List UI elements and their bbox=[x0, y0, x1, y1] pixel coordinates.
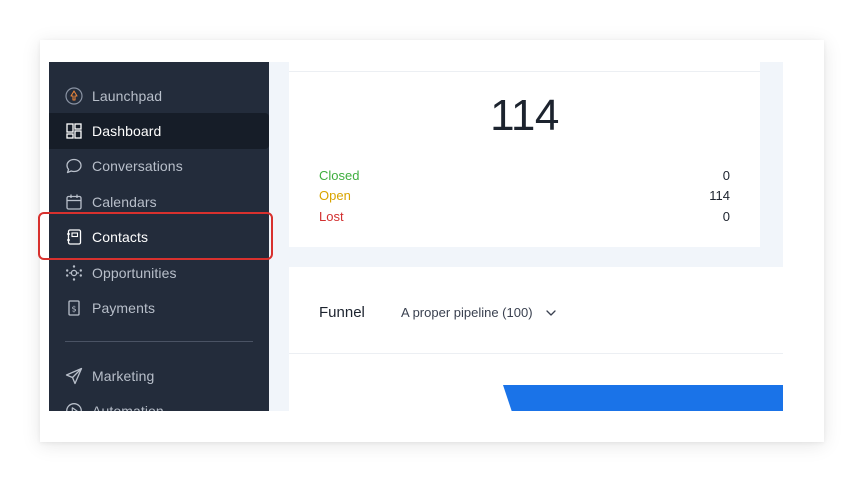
automation-icon bbox=[65, 402, 83, 411]
sidebar-divider bbox=[65, 341, 253, 342]
pipeline-dropdown-value: A proper pipeline (100) bbox=[401, 305, 533, 320]
stat-label: Lost bbox=[319, 209, 344, 224]
calendar-icon bbox=[65, 193, 83, 211]
sidebar: Launchpad Dashboard Conversations Calend… bbox=[49, 62, 269, 411]
stat-value: 0 bbox=[722, 168, 730, 183]
sidebar-item-label: Launchpad bbox=[92, 88, 163, 104]
stat-label: Open bbox=[319, 188, 351, 203]
svg-text:$: $ bbox=[71, 305, 76, 314]
sidebar-item-calendars[interactable]: Calendars bbox=[49, 184, 269, 220]
stat-value: 0 bbox=[722, 209, 730, 224]
sidebar-item-opportunities[interactable]: Opportunities bbox=[49, 255, 269, 291]
opportunities-icon bbox=[65, 264, 83, 282]
sidebar-item-dashboard[interactable]: Dashboard bbox=[49, 113, 269, 149]
sidebar-item-label: Automation bbox=[92, 403, 164, 411]
contacts-book-icon bbox=[65, 228, 83, 246]
stat-label: Closed bbox=[319, 168, 360, 183]
dashboard-icon bbox=[65, 122, 83, 140]
chevron-down-icon bbox=[545, 307, 557, 319]
stat-row-lost: Lost 0 bbox=[319, 208, 730, 226]
funnel-divider bbox=[289, 353, 783, 354]
funnel-title: Funnel bbox=[319, 304, 365, 321]
sidebar-item-conversations[interactable]: Conversations bbox=[49, 148, 269, 184]
sidebar-item-label: Dashboard bbox=[92, 123, 162, 139]
card-divider bbox=[289, 71, 760, 72]
stat-row-open: Open 114 bbox=[319, 187, 730, 205]
sidebar-item-launchpad[interactable]: Launchpad bbox=[49, 78, 269, 114]
sidebar-item-automation[interactable]: Automation bbox=[49, 393, 269, 411]
app-viewport: Launchpad Dashboard Conversations Calend… bbox=[49, 62, 783, 411]
sidebar-item-label: Marketing bbox=[92, 368, 155, 384]
funnel-card: Funnel A proper pipeline (100) bbox=[289, 267, 783, 411]
sidebar-item-label: Calendars bbox=[92, 194, 157, 210]
sidebar-item-label: Contacts bbox=[92, 229, 149, 245]
chat-bubble-icon bbox=[65, 157, 83, 175]
pipeline-dropdown[interactable]: A proper pipeline (100) bbox=[401, 303, 557, 323]
total-opportunities-count: 114 bbox=[490, 91, 559, 140]
stat-row-closed: Closed 0 bbox=[319, 167, 730, 185]
opportunity-stats-card: 114 Closed 0 Open 114 Lost 0 bbox=[289, 62, 760, 247]
sidebar-item-marketing[interactable]: Marketing bbox=[49, 358, 269, 394]
sidebar-item-label: Conversations bbox=[92, 158, 183, 174]
stat-value: 114 bbox=[709, 188, 730, 203]
send-plane-icon bbox=[65, 367, 83, 385]
main-content: 114 Closed 0 Open 114 Lost 0 Funnel A pr… bbox=[269, 62, 783, 411]
payments-icon: $ bbox=[65, 299, 83, 317]
sidebar-item-contacts[interactable]: Contacts bbox=[49, 219, 269, 255]
funnel-stage-bar bbox=[503, 385, 783, 411]
sidebar-item-payments[interactable]: $ Payments bbox=[49, 290, 269, 326]
sidebar-item-label: Payments bbox=[92, 300, 156, 316]
launchpad-icon bbox=[65, 87, 83, 105]
sidebar-item-label: Opportunities bbox=[92, 265, 177, 281]
